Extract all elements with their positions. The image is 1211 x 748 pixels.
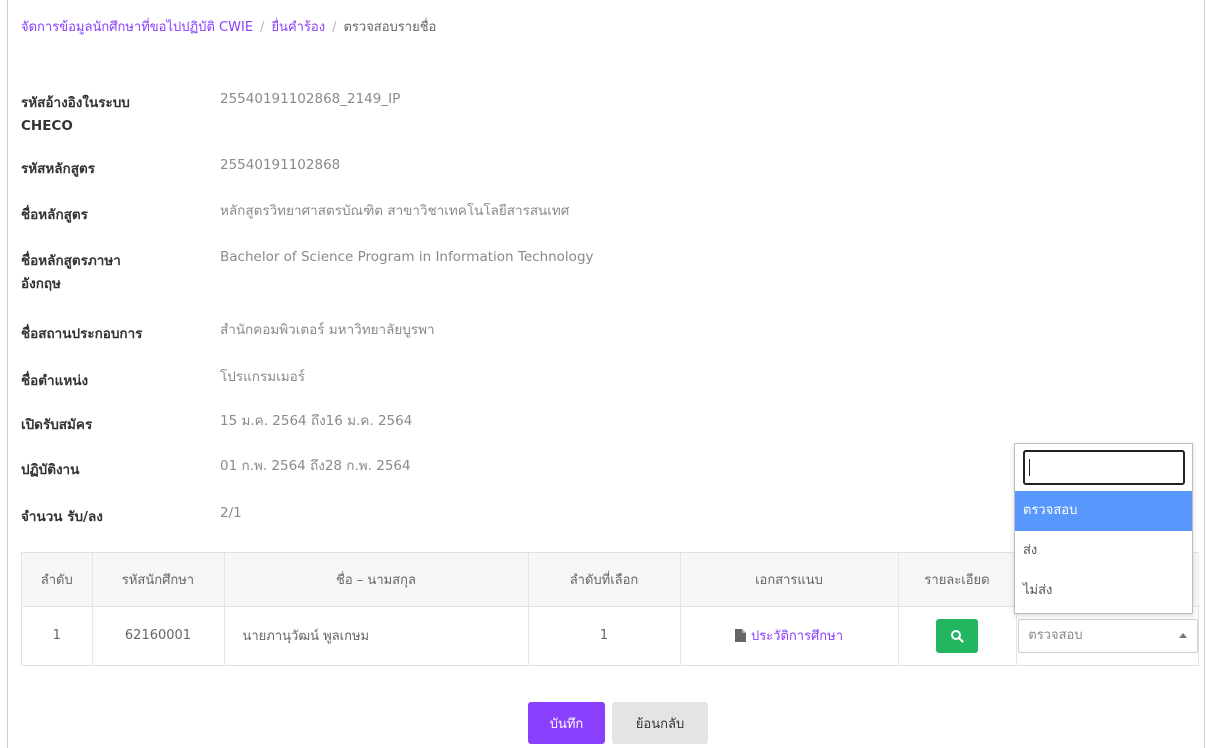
dropdown-option-check[interactable]: ตรวจสอบ	[1015, 491, 1192, 531]
info-label: รหัสหลักสูตร	[21, 161, 95, 177]
file-icon	[734, 629, 746, 643]
back-button[interactable]: ย้อนกลับ	[612, 702, 708, 744]
cell-choice-order: 1	[528, 606, 681, 665]
info-label: ชื่อสถานประกอบการ	[21, 326, 143, 342]
status-select-value: ตรวจสอบ	[1028, 627, 1083, 643]
cell-index: 1	[22, 606, 93, 665]
info-label-line1: ชื่อหลักสูตรภาษา	[21, 253, 121, 269]
info-value: 2/1	[220, 505, 242, 521]
cell-student-id: 62160001	[92, 606, 225, 665]
info-label-line2: อังกฤษ	[21, 276, 61, 292]
status-select[interactable]: ตรวจสอบ	[1018, 618, 1199, 653]
dropdown-option-not-send[interactable]: ไม่ส่ง	[1015, 571, 1192, 611]
info-value: 15 ม.ค. 2564 ถึง16 ม.ค. 2564	[220, 413, 413, 429]
info-value: 01 ก.พ. 2564 ถึง28 ก.พ. 2564	[220, 458, 411, 474]
cell-name: นายภานุวัฒน์ พูลเกษม	[224, 606, 529, 665]
view-details-button[interactable]	[936, 618, 978, 653]
info-row-checco-ref: รหัสอ้างอิงในระบบ CHECO 25540191102868_21…	[21, 91, 921, 142]
column-header-student-id: รหัสนักศึกษา	[92, 553, 225, 607]
attachment-label: ประวัติการศึกษา	[750, 629, 844, 645]
info-value: 25540191102868_2149_IP	[220, 91, 401, 107]
info-label: ชื่อหลักสูตร	[21, 207, 88, 223]
column-header-details: รายละเอียด	[898, 553, 1017, 607]
save-button[interactable]: บันทึก	[528, 702, 605, 744]
cell-status: ตรวจสอบ	[1016, 606, 1200, 665]
info-value: โปรแกรมเมอร์	[220, 369, 305, 385]
breadcrumb: จัดการข้อมูลนักศึกษาที่ขอไปปฏิบัติ CWIE /…	[21, 16, 436, 37]
info-label-line1: รหัสอ้างอิงในระบบ	[21, 95, 130, 111]
info-label-line2: CHECO	[21, 118, 73, 134]
info-label: ชื่อตำแหน่ง	[21, 373, 89, 389]
attachment-link[interactable]: ประวัติการศึกษา	[734, 625, 844, 646]
info-value: หลักสูตรวิทยาศาสตรบัณฑิต สาขาวิชาเทคโนโล…	[220, 203, 570, 219]
table-row: 1 62160001 นายภานุวัฒน์ พูลเกษม 1 ประวัต…	[22, 606, 1200, 665]
info-value: สำนักคอมพิวเตอร์ มหาวิทยาลัยบูรพา	[220, 322, 435, 338]
breadcrumb-separator: /	[260, 20, 265, 35]
info-label: ชื่อหลักสูตรภาษาอังกฤษ	[21, 250, 191, 296]
chevron-up-icon	[1179, 632, 1188, 638]
info-label: เปิดรับสมัคร	[21, 417, 93, 433]
info-label: รหัสอ้างอิงในระบบ CHECO	[21, 92, 191, 138]
column-header-choice-order: ลำดับที่เลือก	[528, 553, 681, 607]
breadcrumb-link-cwie[interactable]: จัดการข้อมูลนักศึกษาที่ขอไปปฏิบัติ CWIE	[21, 20, 253, 35]
info-label: จำนวน รับ/ลง	[21, 509, 103, 525]
column-header-attachment: เอกสารแนบ	[680, 553, 899, 607]
status-dropdown: ตรวจสอบ ส่ง ไม่ส่ง	[1014, 443, 1193, 614]
info-value: 25540191102868	[220, 157, 341, 173]
breadcrumb-link-request[interactable]: ยื่นคำร้อง	[271, 20, 325, 35]
info-row-curriculum-name-en: ชื่อหลักสูตรภาษาอังกฤษ Bachelor of Scien…	[21, 249, 921, 300]
info-value: Bachelor of Science Program in Informati…	[220, 249, 594, 265]
breadcrumb-current: ตรวจสอบรายชื่อ	[343, 20, 437, 35]
search-icon	[951, 629, 964, 643]
cell-attachment: ประวัติการศึกษา	[680, 606, 899, 665]
info-label: ปฏิบัติงาน	[21, 462, 80, 478]
breadcrumb-separator: /	[332, 20, 337, 35]
cell-details	[898, 606, 1017, 665]
dropdown-option-send[interactable]: ส่ง	[1015, 531, 1192, 571]
column-header-name: ชื่อ – นามสกุล	[224, 553, 529, 607]
dropdown-search-input[interactable]	[1023, 450, 1185, 485]
column-header-index: ลำดับ	[22, 553, 93, 607]
text-caret	[1029, 459, 1030, 476]
